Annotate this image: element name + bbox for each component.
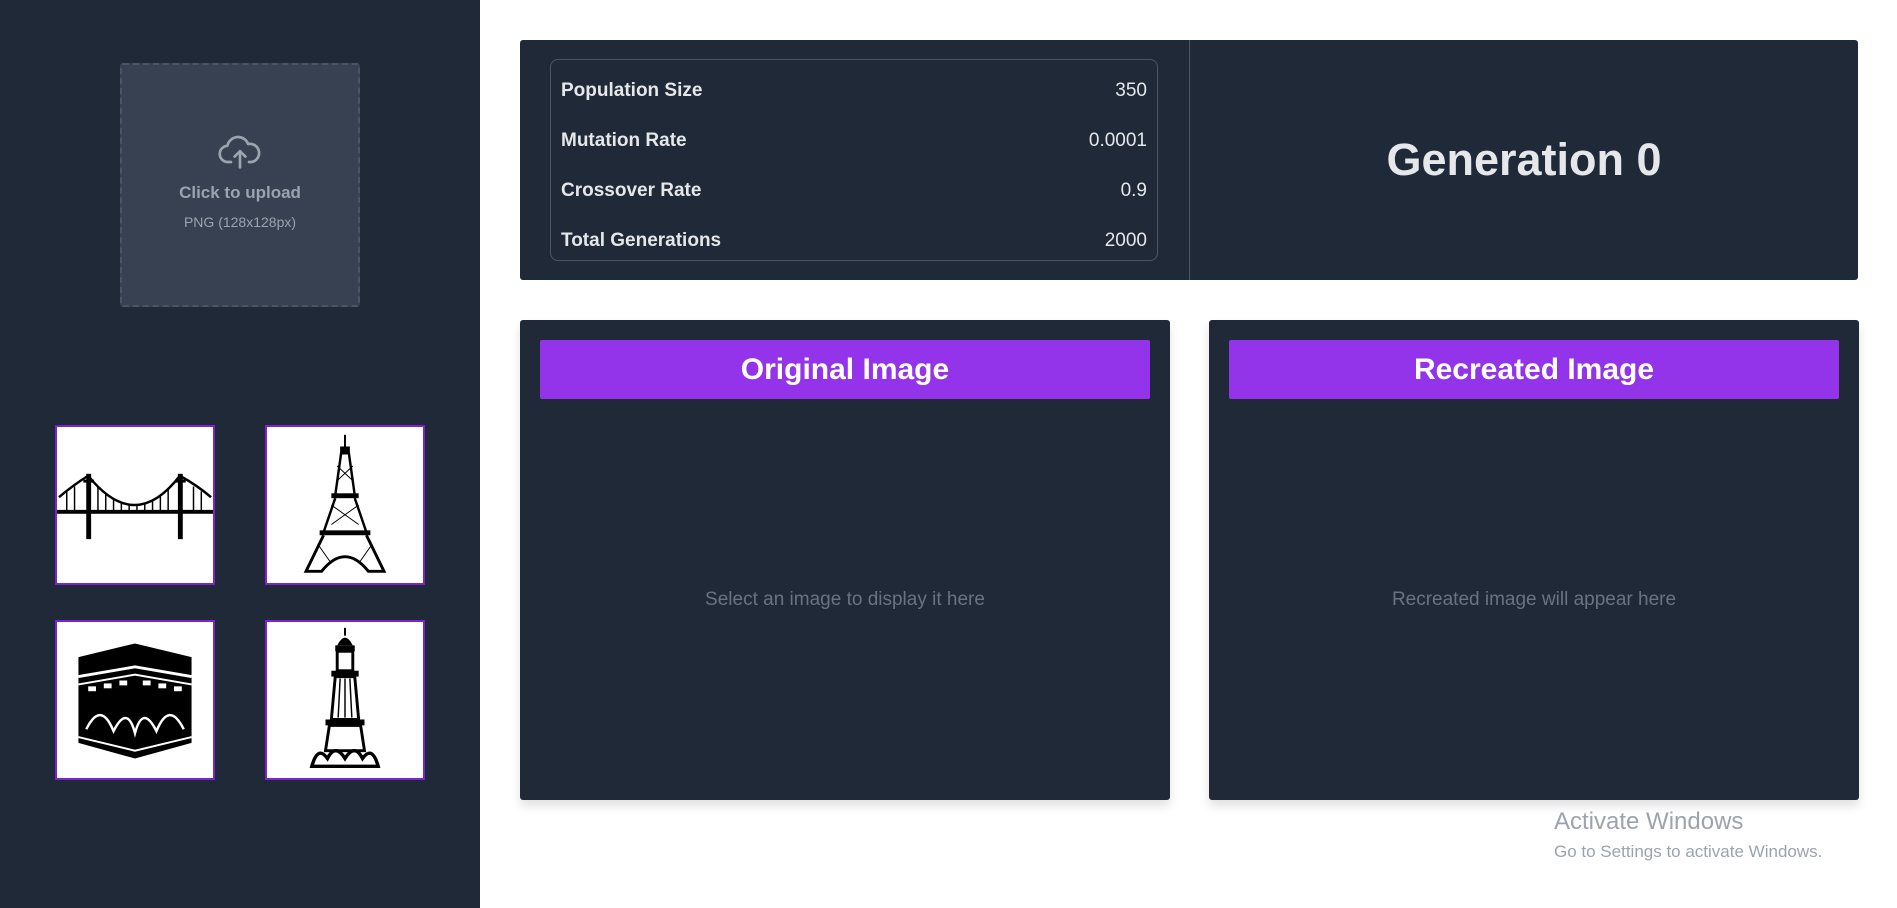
original-image-placeholder: Select an image to display it here: [705, 588, 985, 610]
upload-hint: PNG (128x128px): [183, 213, 297, 230]
param-population-size: Population Size 350: [561, 66, 1147, 116]
param-mutation-rate: Mutation Rate 0.0001: [561, 116, 1147, 166]
bridge-icon: [57, 473, 213, 540]
cloud-upload-icon: [218, 135, 261, 169]
param-value: 0.0001: [1088, 130, 1147, 151]
param-value: 2000: [1104, 230, 1147, 251]
preset-eiffel-tower[interactable]: [265, 425, 425, 585]
upload-label: Click to upload: [179, 182, 301, 202]
preset-kaaba[interactable]: [55, 620, 215, 780]
minar-tower-icon: [309, 627, 381, 769]
upload-dropzone[interactable]: Click to upload PNG (128x128px): [120, 63, 360, 307]
param-total-generations: Total Generations 2000: [561, 216, 1147, 266]
generation-counter: Generation 0: [1386, 134, 1662, 185]
recreated-image-panel: Recreated Image Recreated image will app…: [1209, 320, 1859, 800]
original-image-panel: Original Image Select an image to displa…: [520, 320, 1170, 800]
preset-bridge[interactable]: [55, 425, 215, 585]
param-label: Crossover Rate: [561, 180, 702, 201]
param-label: Total Generations: [561, 230, 722, 251]
eiffel-tower-icon: [303, 434, 387, 573]
watermark-subtitle: Go to Settings to activate Windows.: [1554, 842, 1823, 861]
kaaba-icon: [78, 643, 192, 759]
activate-windows-watermark: Activate Windows Go to Settings to activ…: [1554, 808, 1822, 862]
param-label: Mutation Rate: [561, 130, 687, 151]
parameters-card: Population Size 350 Mutation Rate 0.0001…: [520, 40, 1858, 280]
param-value: 350: [1115, 80, 1147, 101]
watermark-title: Activate Windows: [1554, 808, 1744, 835]
param-label: Population Size: [561, 80, 703, 101]
param-crossover-rate: Crossover Rate 0.9: [561, 166, 1147, 216]
preset-minar-tower[interactable]: [265, 620, 425, 780]
parameters-table: Population Size 350 Mutation Rate 0.0001…: [550, 59, 1158, 261]
recreated-image-placeholder: Recreated image will appear here: [1391, 588, 1677, 610]
param-value: 0.9: [1120, 180, 1147, 201]
original-image-title: Original Image: [540, 340, 1150, 399]
recreated-image-title: Recreated Image: [1229, 340, 1839, 399]
sidebar: Click to upload PNG (128x128px): [0, 0, 480, 908]
